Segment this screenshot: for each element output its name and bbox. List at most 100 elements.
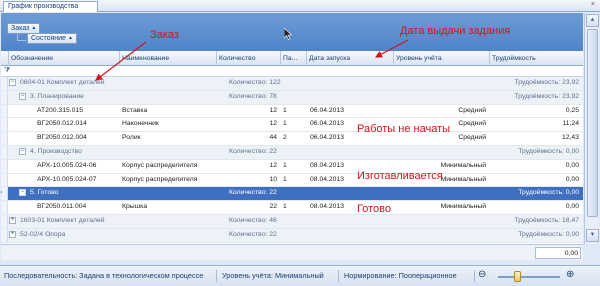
zoom-track[interactable] [498, 276, 560, 278]
cell-part: 1 [283, 175, 287, 183]
table-row[interactable]: ВГ2050.011.004 Крышка 22 1 08.04.2013 Минимал… [1, 201, 583, 215]
group-row[interactable]: −3. Планирование Количество: 78 Трудоёмкос… [1, 90, 583, 105]
cell-name: Вставка [122, 106, 148, 114]
header-designation[interactable]: Обозначение [9, 51, 120, 66]
group-caption: 3. Планирование [30, 92, 84, 100]
table-row[interactable]: АРХ-10.005.024-06 Корпус распределителя 12… [1, 159, 583, 174]
cell-quantity: 10 [269, 175, 277, 183]
zoom-slider-thumb[interactable] [514, 271, 521, 282]
annotation-done: Готово [357, 203, 391, 215]
row-indicator[interactable] [1, 173, 8, 187]
scroll-thumb[interactable] [587, 29, 598, 217]
row-indicator[interactable] [1, 90, 8, 104]
document-tab-bar: График производства × [0, 0, 600, 12]
collapse-icon[interactable]: − [19, 189, 26, 197]
header-start-date[interactable]: Дата запуска [307, 51, 394, 66]
row-indicator[interactable] [1, 228, 8, 242]
mouse-cursor-icon [284, 28, 292, 40]
cell-quantity: 12 [269, 161, 277, 169]
zoom-out-icon[interactable]: ⊖ [478, 269, 486, 280]
header-part[interactable]: Па... [281, 51, 307, 66]
annotation-not-started: Работы не начаты [357, 123, 451, 135]
close-icon[interactable]: × [591, 1, 595, 8]
cell-part: 1 [283, 203, 287, 211]
row-indicator[interactable] [1, 201, 8, 214]
table-row[interactable]: АРХ-10.005.024-07 Корпус распределителя 10… [1, 173, 583, 188]
row-indicator[interactable] [1, 118, 8, 132]
status-norming[interactable]: Нормирование: Пооперационное [344, 271, 457, 280]
annotation-order: Заказ [150, 29, 179, 41]
cell-name: Ролик [122, 134, 141, 142]
row-indicator[interactable] [1, 132, 8, 145]
header-name[interactable]: Наименование [120, 51, 217, 66]
cell-quantity: 12 [269, 106, 277, 114]
cell-labor: 12,43 [561, 134, 579, 142]
group-row[interactable]: +1603-01 Комплект деталей Количество: 46 Т… [1, 215, 583, 229]
cell-part: 1 [283, 120, 287, 128]
zoom-in-icon[interactable]: ⊕ [566, 269, 574, 280]
cell-part: 1 [283, 161, 287, 169]
cell-name: Крышка [122, 203, 147, 211]
current-row-icon: › [1, 189, 2, 196]
row-indicator[interactable] [1, 104, 8, 118]
status-accounting-level[interactable]: Уровень учёта: Минимальный [222, 271, 324, 280]
cell-labor: 0,00 [565, 161, 579, 169]
cell-designation: AT200.315.015 [37, 106, 83, 114]
group-quantity: Количество: 22 [229, 230, 277, 238]
cell-name: Корпус распределителя [122, 161, 198, 169]
header-accounting-level[interactable]: Уровень учёта [394, 51, 490, 66]
group-labor: Трудоёмкость: 0,00 [518, 189, 579, 197]
header-quantity[interactable]: Количество [217, 51, 281, 66]
table-row[interactable]: AT200.315.015 Вставка 12 1 06.04.2013 Средний… [1, 104, 583, 119]
cell-labor: 0,00 [565, 203, 579, 211]
group-labor: Трудоёмкость: 23,92 [514, 92, 579, 100]
cell-labor: 11,24 [562, 120, 579, 128]
collapse-icon[interactable]: − [19, 92, 26, 100]
group-caption: 4. Производство [30, 148, 82, 155]
cell-accounting-level: Минимальный [440, 203, 486, 211]
expand-icon[interactable]: + [9, 230, 16, 238]
group-quantity: Количество: 46 [229, 217, 277, 224]
auto-filter-row[interactable]: ⧩ [1, 66, 583, 77]
row-indicator[interactable] [1, 159, 8, 173]
cell-accounting-level: Минимальный [440, 161, 486, 169]
cell-designation: ВГ2050.012.014 [37, 120, 87, 128]
scroll-up-icon[interactable]: ▲ [586, 14, 599, 27]
tab-production-schedule[interactable]: График производства [3, 1, 98, 12]
collapse-icon[interactable]: − [19, 148, 26, 155]
sort-asc-icon: ▲ [67, 35, 73, 41]
group-chip-label: Заказ [11, 25, 30, 32]
table-row[interactable]: ВГ2050.012.004 Ролик 44 2 06.04.2013 Средний 1… [1, 132, 583, 146]
group-row[interactable]: −4. Производство Количество: 22 Трудоёмкос… [1, 146, 583, 160]
expand-icon[interactable]: + [9, 217, 16, 224]
group-labor: Трудоёмкость: 0,00 [518, 230, 579, 238]
filter-icon[interactable]: ⧩ [4, 67, 10, 75]
header-labor[interactable]: Трудоёмкость [490, 51, 583, 66]
cell-start-date: 08.04.2013 [310, 161, 345, 169]
group-quantity: Количество: 22 [229, 189, 277, 197]
group-quantity: Количество: 122 [229, 79, 281, 86]
collapse-icon[interactable]: − [9, 79, 16, 86]
table-row[interactable]: ВГ2050.012.014 Наконечник 12 1 06.04.2013 Сре… [1, 118, 583, 133]
group-row[interactable]: −5. Готово Количество: 22 Трудоёмкость: 0,… [1, 187, 583, 202]
annotation-in-progress: Изготавливается [357, 170, 443, 182]
group-caption: 5. Готово [30, 189, 59, 197]
cell-name: Корпус распределителя [122, 175, 198, 183]
group-row[interactable]: +52-02/4 Опора Количество: 22 Трудоёмкость… [1, 228, 583, 243]
status-sequence[interactable]: Последовательность: Задана в технологиче… [4, 271, 203, 280]
group-row[interactable]: −0604-01 Комплект деталей Количество: 122… [1, 77, 583, 91]
status-separator [216, 270, 217, 282]
row-indicator[interactable] [1, 215, 8, 228]
group-caption: 52-02/4 Опора [20, 230, 66, 238]
vertical-scrollbar[interactable]: ▲ ▼ [584, 13, 599, 244]
tab-label: График производства [8, 3, 79, 10]
status-separator [474, 270, 475, 282]
cell-designation: ВГ2050.012.004 [37, 134, 87, 142]
group-connector [17, 34, 26, 41]
row-indicator[interactable] [1, 146, 8, 159]
group-quantity: Количество: 22 [229, 148, 277, 155]
scroll-down-icon[interactable]: ▼ [586, 229, 599, 242]
row-indicator[interactable] [1, 77, 8, 90]
cell-designation: АРХ-10.005.024-07 [37, 175, 97, 183]
group-chip-state[interactable]: Состояние ▲ [27, 33, 77, 44]
